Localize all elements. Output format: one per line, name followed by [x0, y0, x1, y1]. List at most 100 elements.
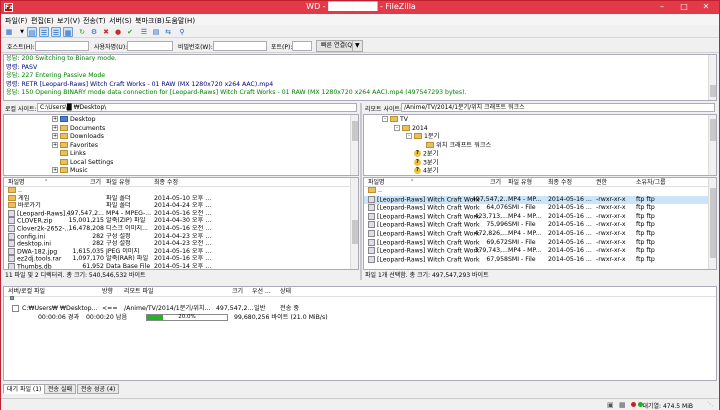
cancel-icon[interactable]: ✖: [101, 27, 111, 37]
menu-bookmarks[interactable]: 북마크(B): [135, 16, 165, 26]
search-icon[interactable]: ⚲: [177, 27, 187, 37]
expand-icon[interactable]: +: [52, 133, 58, 139]
file-row[interactable]: ..: [364, 187, 710, 196]
col-type[interactable]: 파일 유형: [508, 178, 532, 187]
menu-server[interactable]: 서버(S): [109, 16, 132, 26]
tree-item-q4[interactable]: ? 4분기: [414, 167, 438, 175]
local-tree-scroll-thumb[interactable]: [352, 121, 358, 141]
minimize-button[interactable]: –: [651, 1, 673, 13]
local-list-scrollbar[interactable]: [350, 178, 358, 269]
menu-help[interactable]: 도움말(H): [165, 16, 195, 26]
remote-path-input[interactable]: /Anime/TV/2014/1분기/위치 크래프트 워크스: [401, 103, 715, 112]
local-tree[interactable]: + Desktop + Documents + Downloads + Favorite…: [3, 114, 359, 176]
local-file-list[interactable]: 파일명 ⌃ 크기 파일 유형 최종 수정 .. 게임 파일 폴더 2014-05-10…: [3, 177, 359, 270]
resize-grip-icon[interactable]: ⋱: [707, 401, 713, 408]
expand-icon[interactable]: +: [52, 116, 58, 122]
tree-item-downloads[interactable]: + Downloads: [52, 133, 104, 142]
queue-transfer-row[interactable]: C:₩Users₩ ₩Desktop... <== /Anime/TV/2014…: [4, 304, 716, 313]
sync-browse-icon[interactable]: ⇆: [163, 27, 173, 37]
tree-item-tv[interactable]: - TV: [382, 116, 408, 125]
process-queue-icon[interactable]: ⚙: [89, 27, 99, 37]
maximize-button[interactable]: □: [673, 1, 695, 13]
expand-icon[interactable]: +: [52, 141, 58, 148]
tree-item-local-settings[interactable]: Local Settings: [60, 158, 113, 168]
username-input[interactable]: [127, 41, 173, 51]
site-manager-dropdown-icon[interactable]: ▼: [17, 27, 27, 37]
col-filename[interactable]: 파일명: [368, 178, 385, 187]
collapse-icon[interactable]: -: [382, 116, 388, 122]
col-size[interactable]: 크기: [490, 178, 501, 187]
col-size[interactable]: 크기: [232, 287, 243, 297]
remote-tree-scrollbar[interactable]: [708, 115, 716, 175]
tab-successful-transfers[interactable]: 전송 성공 (4): [77, 384, 120, 394]
tree-item-documents[interactable]: + Documents: [52, 124, 105, 134]
col-filename[interactable]: 파일명: [8, 178, 25, 187]
port-input[interactable]: [292, 41, 312, 51]
menu-view[interactable]: 보기(V): [57, 16, 80, 26]
tree-item-links[interactable]: Links: [60, 150, 86, 159]
col-remote-file[interactable]: 리모트 파일: [124, 287, 154, 297]
tree-item-favorites[interactable]: + Favorites: [52, 141, 98, 151]
transfer-queue[interactable]: 서버/로컬 파일 방향 리모트 파일 크기 우선 ... 상태 C:₩Users…: [3, 286, 717, 381]
log-scrollbar[interactable]: [708, 55, 716, 100]
refresh-icon[interactable]: ↻: [77, 27, 87, 37]
local-tree-scrollbar[interactable]: [350, 115, 358, 175]
col-permissions[interactable]: 권한: [596, 178, 607, 187]
toggle-remote-tree-icon[interactable]: ☰: [51, 27, 61, 37]
remote-tree[interactable]: - TV -2014 -1분기 위치 크래프트 워크스 ? 2분기 ? 3분기 ? 4분…: [363, 114, 717, 176]
file-row[interactable]: [Leopard-Raws] Witch Craft Works... 67,95…: [364, 255, 710, 265]
file-row[interactable]: Thumbs.db 61,952 Data Base File 2014-05-14 …: [4, 263, 352, 269]
expand-icon[interactable]: +: [52, 167, 58, 173]
pane-splitter[interactable]: [360, 103, 362, 280]
col-modified[interactable]: 최종 수정: [548, 178, 572, 187]
file-row[interactable]: [Leopard-Raws] Witch Craft Works... 64,07…: [364, 204, 710, 213]
col-direction[interactable]: 방향: [102, 287, 113, 297]
col-owner[interactable]: 소유자/그룹: [636, 178, 666, 187]
tab-failed-transfers[interactable]: 전송 실패: [44, 384, 76, 394]
local-list-scroll-thumb[interactable]: [352, 220, 358, 244]
file-row[interactable]: [Leopard-Raws] Witch Craft Works... 379,7…: [364, 247, 710, 256]
col-status[interactable]: 상태: [280, 287, 291, 297]
menu-file[interactable]: 파일(F): [5, 16, 27, 26]
tree-item-q3[interactable]: ? 3분기: [414, 158, 438, 168]
site-manager-icon[interactable]: ▦: [4, 27, 14, 37]
expand-icon[interactable]: +: [52, 124, 58, 131]
menu-edit[interactable]: 편집(E): [31, 16, 54, 26]
tree-item-q1[interactable]: - 1분기: [406, 133, 439, 142]
toggle-queue-icon[interactable]: ▦: [63, 27, 73, 37]
file-row[interactable]: [Leopard-Raws] Witch Craft Works... 497,5…: [364, 195, 710, 205]
quickconnect-dropdown-icon[interactable]: ▼: [352, 40, 363, 52]
reconnect-icon[interactable]: ✔: [125, 27, 135, 37]
remote-tree-scroll-thumb[interactable]: [710, 119, 716, 141]
col-modified[interactable]: 최종 수정: [154, 178, 178, 187]
password-input[interactable]: [213, 41, 267, 51]
host-input[interactable]: [35, 41, 89, 51]
filter-icon[interactable]: ☰: [139, 27, 149, 37]
file-row[interactable]: [Leopard-Raws] Witch Craft Works... 472,8…: [364, 230, 710, 239]
tree-item-witch-craft-works[interactable]: 위치 크래프트 워크스: [426, 141, 491, 151]
local-path-input[interactable]: C:\Users\█ ₩Desktop\: [37, 103, 357, 112]
col-size[interactable]: 크기: [90, 178, 101, 187]
remote-list-scrollbar[interactable]: [708, 178, 716, 269]
tree-item-music[interactable]: + Music: [52, 167, 88, 175]
menu-transfer[interactable]: 전송(T): [83, 16, 106, 26]
log-scroll-thumb[interactable]: [710, 85, 716, 97]
collapse-icon[interactable]: -: [406, 133, 412, 139]
tree-item-2014[interactable]: - 2014: [394, 124, 428, 134]
toggle-log-icon[interactable]: ▤: [27, 27, 37, 37]
tree-item-q2[interactable]: ? 2분기: [414, 150, 438, 159]
disconnect-icon[interactable]: ●: [113, 27, 123, 37]
col-type[interactable]: 파일 유형: [106, 178, 130, 187]
remote-list-scroll-thumb[interactable]: [710, 188, 716, 258]
message-log[interactable]: 응답: 200 Switching to Binary mode. 명령: PA…: [3, 54, 717, 101]
col-priority[interactable]: 우선 ...: [252, 287, 271, 297]
remote-file-list[interactable]: 파일명 ⌃ 크기 파일 유형 최종 수정 권한 소유자/그룹 .. [Leopar…: [363, 177, 717, 270]
tab-queued-files[interactable]: 대기 파일 (1): [3, 384, 46, 394]
collapse-icon[interactable]: -: [394, 124, 400, 131]
toggle-local-tree-icon[interactable]: ☰: [39, 27, 49, 37]
tree-item-desktop[interactable]: + Desktop: [52, 116, 96, 125]
file-row[interactable]: [Leopard-Raws] Witch Craft Works... 69,67…: [364, 238, 710, 248]
close-button[interactable]: ✕: [695, 1, 717, 13]
file-row[interactable]: [Leopard-Raws] Witch Craft Works... 423,7…: [364, 212, 710, 222]
file-row[interactable]: [Leopard-Raws] Witch Craft Works... 75,99…: [364, 221, 710, 230]
